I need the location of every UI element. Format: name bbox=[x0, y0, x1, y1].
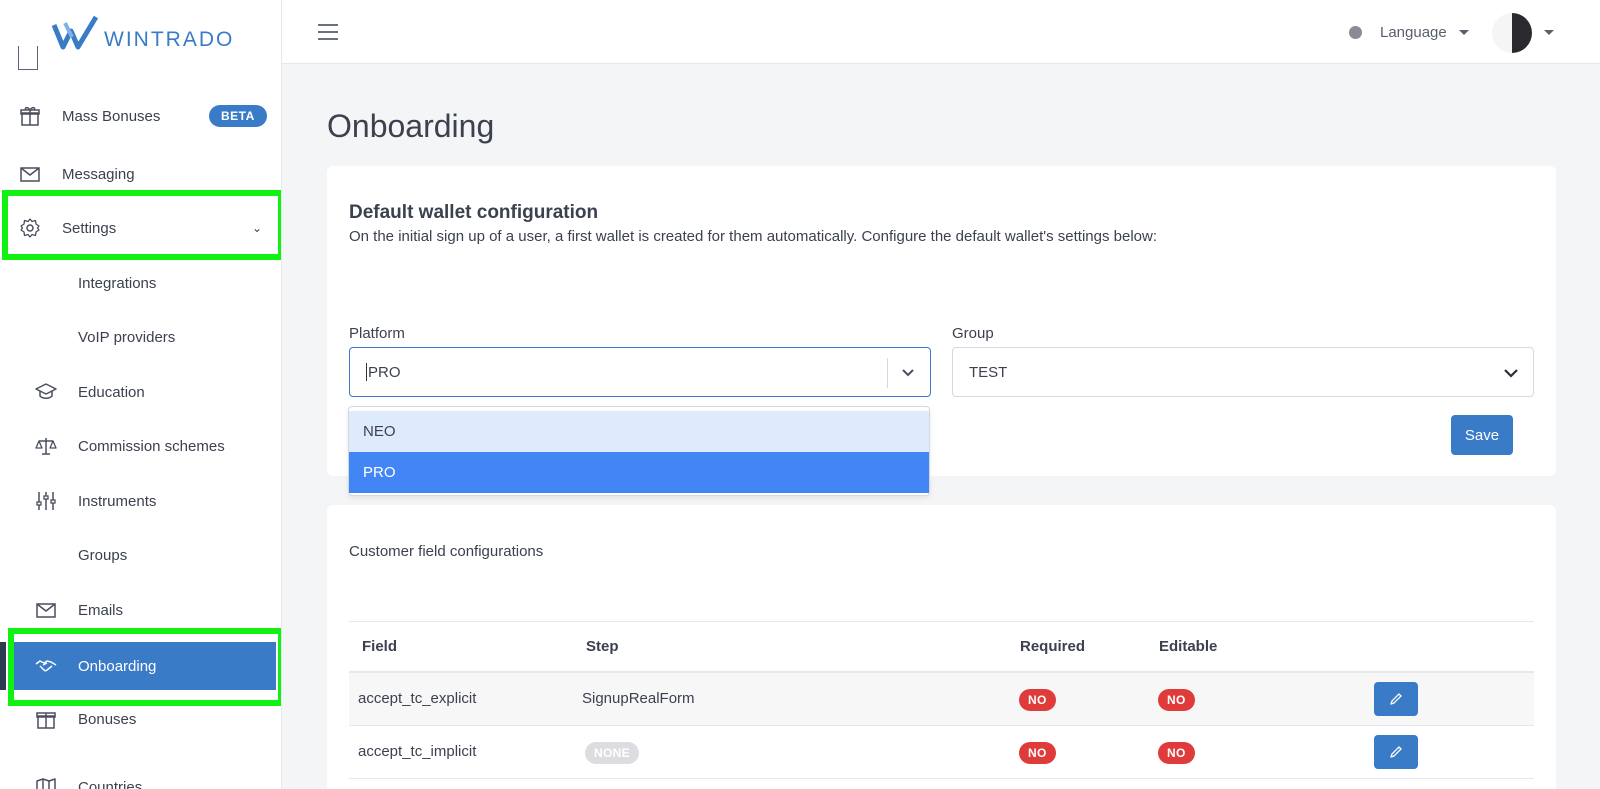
gear-icon bbox=[19, 217, 41, 239]
sidebar-item-label: Commission schemes bbox=[78, 437, 225, 455]
required-badge: NO bbox=[1019, 689, 1056, 711]
avatar[interactable] bbox=[1492, 13, 1532, 53]
status-dot bbox=[1349, 26, 1362, 39]
platform-select[interactable]: PRO bbox=[349, 347, 931, 397]
table-row: accept_tc_implicit NONE NO NO bbox=[349, 726, 1534, 779]
gift-icon bbox=[35, 708, 57, 730]
partial-nav-icon bbox=[18, 46, 38, 70]
group-label: Group bbox=[952, 325, 994, 342]
platform-dropdown-menu: NEO PRO bbox=[348, 406, 930, 496]
sidebar: WINTRADO Mass Bonuses BETA Messaging Set… bbox=[0, 0, 282, 789]
sidebar-item-label: Mass Bonuses bbox=[62, 107, 161, 125]
chevron-down-icon: ⌄ bbox=[252, 221, 263, 235]
table-row: accept_tc_explicit SignupRealForm NO NO bbox=[349, 673, 1534, 726]
brand-logo[interactable]: WINTRADO bbox=[52, 14, 243, 54]
language-label: Language bbox=[1380, 24, 1447, 41]
sidebar-item-label: Instruments bbox=[78, 492, 157, 510]
required-badge: NO bbox=[1019, 742, 1056, 764]
editable-badge: NO bbox=[1158, 742, 1195, 764]
sidebar-item-mass-bonuses[interactable]: Mass Bonuses BETA bbox=[0, 94, 281, 138]
sidebar-item-voip-providers[interactable]: VoIP providers bbox=[0, 315, 281, 359]
wallet-config-title: Default wallet configuration bbox=[349, 202, 599, 223]
sidebar-item-label: Settings bbox=[62, 219, 117, 237]
sidebar-item-education[interactable]: Education bbox=[0, 370, 281, 414]
cell-field: accept_tc_explicit bbox=[358, 690, 477, 707]
pencil-icon bbox=[1390, 746, 1402, 758]
platform-label: Platform bbox=[349, 325, 405, 342]
edit-button[interactable] bbox=[1374, 682, 1418, 716]
sidebar-item-bonuses[interactable]: Bonuses bbox=[0, 697, 281, 741]
sidebar-item-label: Onboarding bbox=[78, 657, 157, 675]
platform-value: PRO bbox=[368, 363, 401, 381]
select-separator bbox=[887, 358, 888, 388]
sidebar-item-groups[interactable]: Groups bbox=[0, 533, 281, 577]
sidebar-item-label: Education bbox=[78, 383, 145, 401]
step-none-badge: NONE bbox=[585, 742, 639, 764]
beta-badge: BETA bbox=[209, 105, 267, 127]
sidebar-item-commission-schemes[interactable]: Commission schemes bbox=[0, 424, 281, 468]
sidebar-item-messaging[interactable]: Messaging bbox=[0, 152, 281, 196]
customer-fields-table: Field Step Required Editable accept_tc_e… bbox=[349, 621, 1534, 779]
sidebar-item-label: Countries bbox=[78, 778, 143, 789]
map-icon bbox=[35, 776, 57, 789]
sidebar-item-label: Messaging bbox=[62, 165, 135, 183]
sidebar-item-label: Emails bbox=[78, 601, 124, 619]
column-header-editable: Editable bbox=[1159, 638, 1218, 655]
group-value: TEST bbox=[969, 363, 1008, 381]
editable-badge: NO bbox=[1158, 689, 1195, 711]
save-button[interactable]: Save bbox=[1451, 415, 1513, 455]
envelope-icon bbox=[35, 599, 57, 621]
cell-field: accept_tc_implicit bbox=[358, 743, 477, 760]
edit-button[interactable] bbox=[1374, 735, 1418, 769]
sidebar-item-label: VoIP providers bbox=[78, 328, 176, 346]
chevron-down-icon[interactable] bbox=[900, 365, 916, 381]
customer-fields-title: Customer field configurations bbox=[349, 543, 544, 560]
brand-name: WINTRADO bbox=[104, 28, 235, 51]
sidebar-item-countries[interactable]: Countries bbox=[0, 765, 281, 789]
customer-fields-card: Customer field configurations Field Step… bbox=[327, 505, 1556, 789]
page-title: Onboarding bbox=[327, 108, 495, 144]
sliders-icon bbox=[35, 490, 57, 512]
text-cursor bbox=[366, 363, 367, 381]
wintrado-logo-icon bbox=[52, 15, 98, 50]
active-indicator bbox=[0, 642, 6, 690]
active-underline bbox=[14, 690, 276, 694]
envelope-icon bbox=[19, 163, 41, 185]
column-header-field: Field bbox=[362, 638, 398, 655]
avatar-caret-icon[interactable] bbox=[1544, 30, 1554, 35]
group-select[interactable]: TEST bbox=[952, 347, 1534, 397]
sidebar-item-settings[interactable]: Settings ⌄ bbox=[0, 206, 281, 250]
language-selector[interactable]: Language bbox=[1380, 24, 1469, 41]
column-header-required: Required bbox=[1020, 638, 1086, 655]
column-header-step: Step bbox=[586, 638, 619, 655]
dropdown-option-neo[interactable]: NEO bbox=[349, 411, 929, 452]
sidebar-item-integrations[interactable]: Integrations bbox=[0, 261, 281, 305]
table-header: Field Step Required Editable bbox=[349, 621, 1534, 673]
sidebar-item-label: Bonuses bbox=[78, 710, 137, 728]
topbar: Language bbox=[282, 0, 1600, 64]
chevron-down-icon[interactable] bbox=[1503, 365, 1519, 381]
sidebar-item-onboarding[interactable]: Onboarding bbox=[14, 642, 276, 690]
gift-icon bbox=[19, 105, 41, 127]
pencil-icon bbox=[1390, 693, 1402, 705]
sidebar-item-emails[interactable]: Emails bbox=[0, 588, 281, 632]
hamburger-menu-icon[interactable] bbox=[318, 24, 338, 40]
graduation-cap-icon bbox=[35, 381, 57, 403]
cell-step: SignupRealForm bbox=[582, 690, 695, 707]
sidebar-item-label: Groups bbox=[78, 546, 128, 564]
sidebar-item-label: Integrations bbox=[78, 274, 157, 292]
wallet-config-description: On the initial sign up of a user, a firs… bbox=[349, 228, 1157, 245]
dropdown-option-pro[interactable]: PRO bbox=[349, 452, 929, 493]
scales-icon bbox=[35, 435, 57, 457]
handshake-icon bbox=[35, 655, 57, 677]
sidebar-item-instruments[interactable]: Instruments bbox=[0, 479, 281, 523]
caret-down-icon bbox=[1458, 30, 1469, 35]
